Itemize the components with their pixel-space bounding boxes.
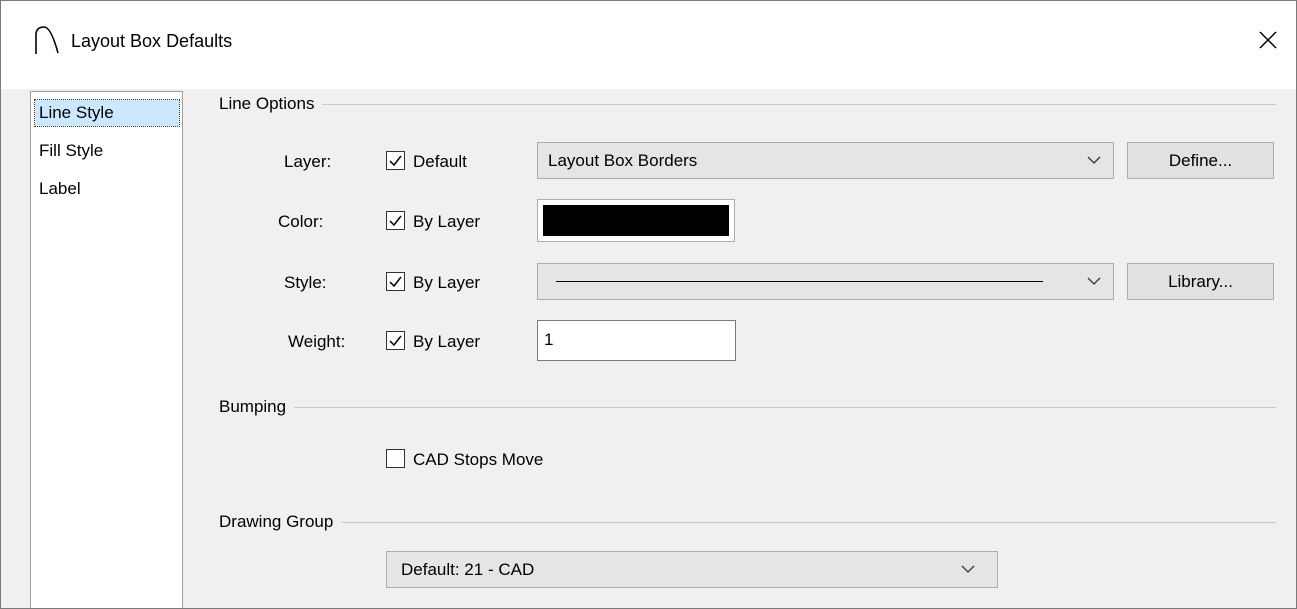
weight-input-value: 1 <box>544 330 554 349</box>
sidebar-item-line-style[interactable]: Line Style <box>34 99 180 127</box>
chevron-down-icon <box>1087 277 1101 285</box>
drawing-group-title: Drawing Group <box>219 512 342 532</box>
library-button[interactable]: Library... <box>1127 263 1274 300</box>
color-by-layer-label: By Layer <box>413 212 481 231</box>
cad-stops-move-checkbox[interactable] <box>386 449 405 468</box>
checkmark-icon <box>389 276 402 288</box>
line-options-title: Line Options <box>219 94 323 114</box>
color-label: Color: <box>278 212 324 231</box>
style-by-layer-label: By Layer <box>413 273 481 292</box>
layer-default-label: Default <box>413 152 467 171</box>
drawing-group-divider <box>221 522 1276 523</box>
color-swatch <box>543 205 729 236</box>
chevron-down-icon <box>1087 156 1101 164</box>
style-by-layer-checkbox[interactable] <box>386 272 405 291</box>
line-style-sample <box>556 281 1043 282</box>
cad-stops-move-label: CAD Stops Move <box>413 450 544 469</box>
drawing-group-select-value: Default: 21 - CAD <box>401 560 535 579</box>
bumping-divider <box>221 407 1276 408</box>
weight-label: Weight: <box>288 332 346 351</box>
app-arc-icon <box>34 25 62 55</box>
sidebar-item-label[interactable]: Label <box>39 176 81 202</box>
sidebar-item-fill-style[interactable]: Fill Style <box>39 138 103 164</box>
define-button[interactable]: Define... <box>1127 142 1274 179</box>
weight-input[interactable]: 1 <box>537 320 736 361</box>
color-swatch-button[interactable] <box>537 199 735 242</box>
category-list: Line Style Fill Style Label <box>30 91 183 608</box>
checkmark-icon <box>389 335 402 347</box>
drawing-group-select[interactable]: Default: 21 - CAD <box>386 551 998 588</box>
dialog-window: Layout Box Defaults Line Style Fill Styl… <box>0 0 1297 609</box>
line-style-select[interactable] <box>537 263 1114 300</box>
checkmark-icon <box>389 155 402 167</box>
close-icon <box>1259 31 1277 49</box>
layer-default-checkbox[interactable] <box>386 151 405 170</box>
weight-by-layer-label: By Layer <box>413 332 481 351</box>
window-title: Layout Box Defaults <box>71 31 233 51</box>
layer-select[interactable]: Layout Box Borders <box>537 142 1114 179</box>
line-options-divider <box>221 104 1276 105</box>
checkmark-icon <box>389 215 402 227</box>
close-button[interactable] <box>1240 15 1296 65</box>
weight-by-layer-checkbox[interactable] <box>386 331 405 350</box>
chevron-down-icon <box>961 565 975 573</box>
title-bar: Layout Box Defaults <box>1 1 1296 89</box>
layer-select-value: Layout Box Borders <box>548 151 698 170</box>
bumping-title: Bumping <box>219 397 295 417</box>
layer-label: Layer: <box>284 152 332 171</box>
color-by-layer-checkbox[interactable] <box>386 211 405 230</box>
style-label: Style: <box>284 273 327 292</box>
